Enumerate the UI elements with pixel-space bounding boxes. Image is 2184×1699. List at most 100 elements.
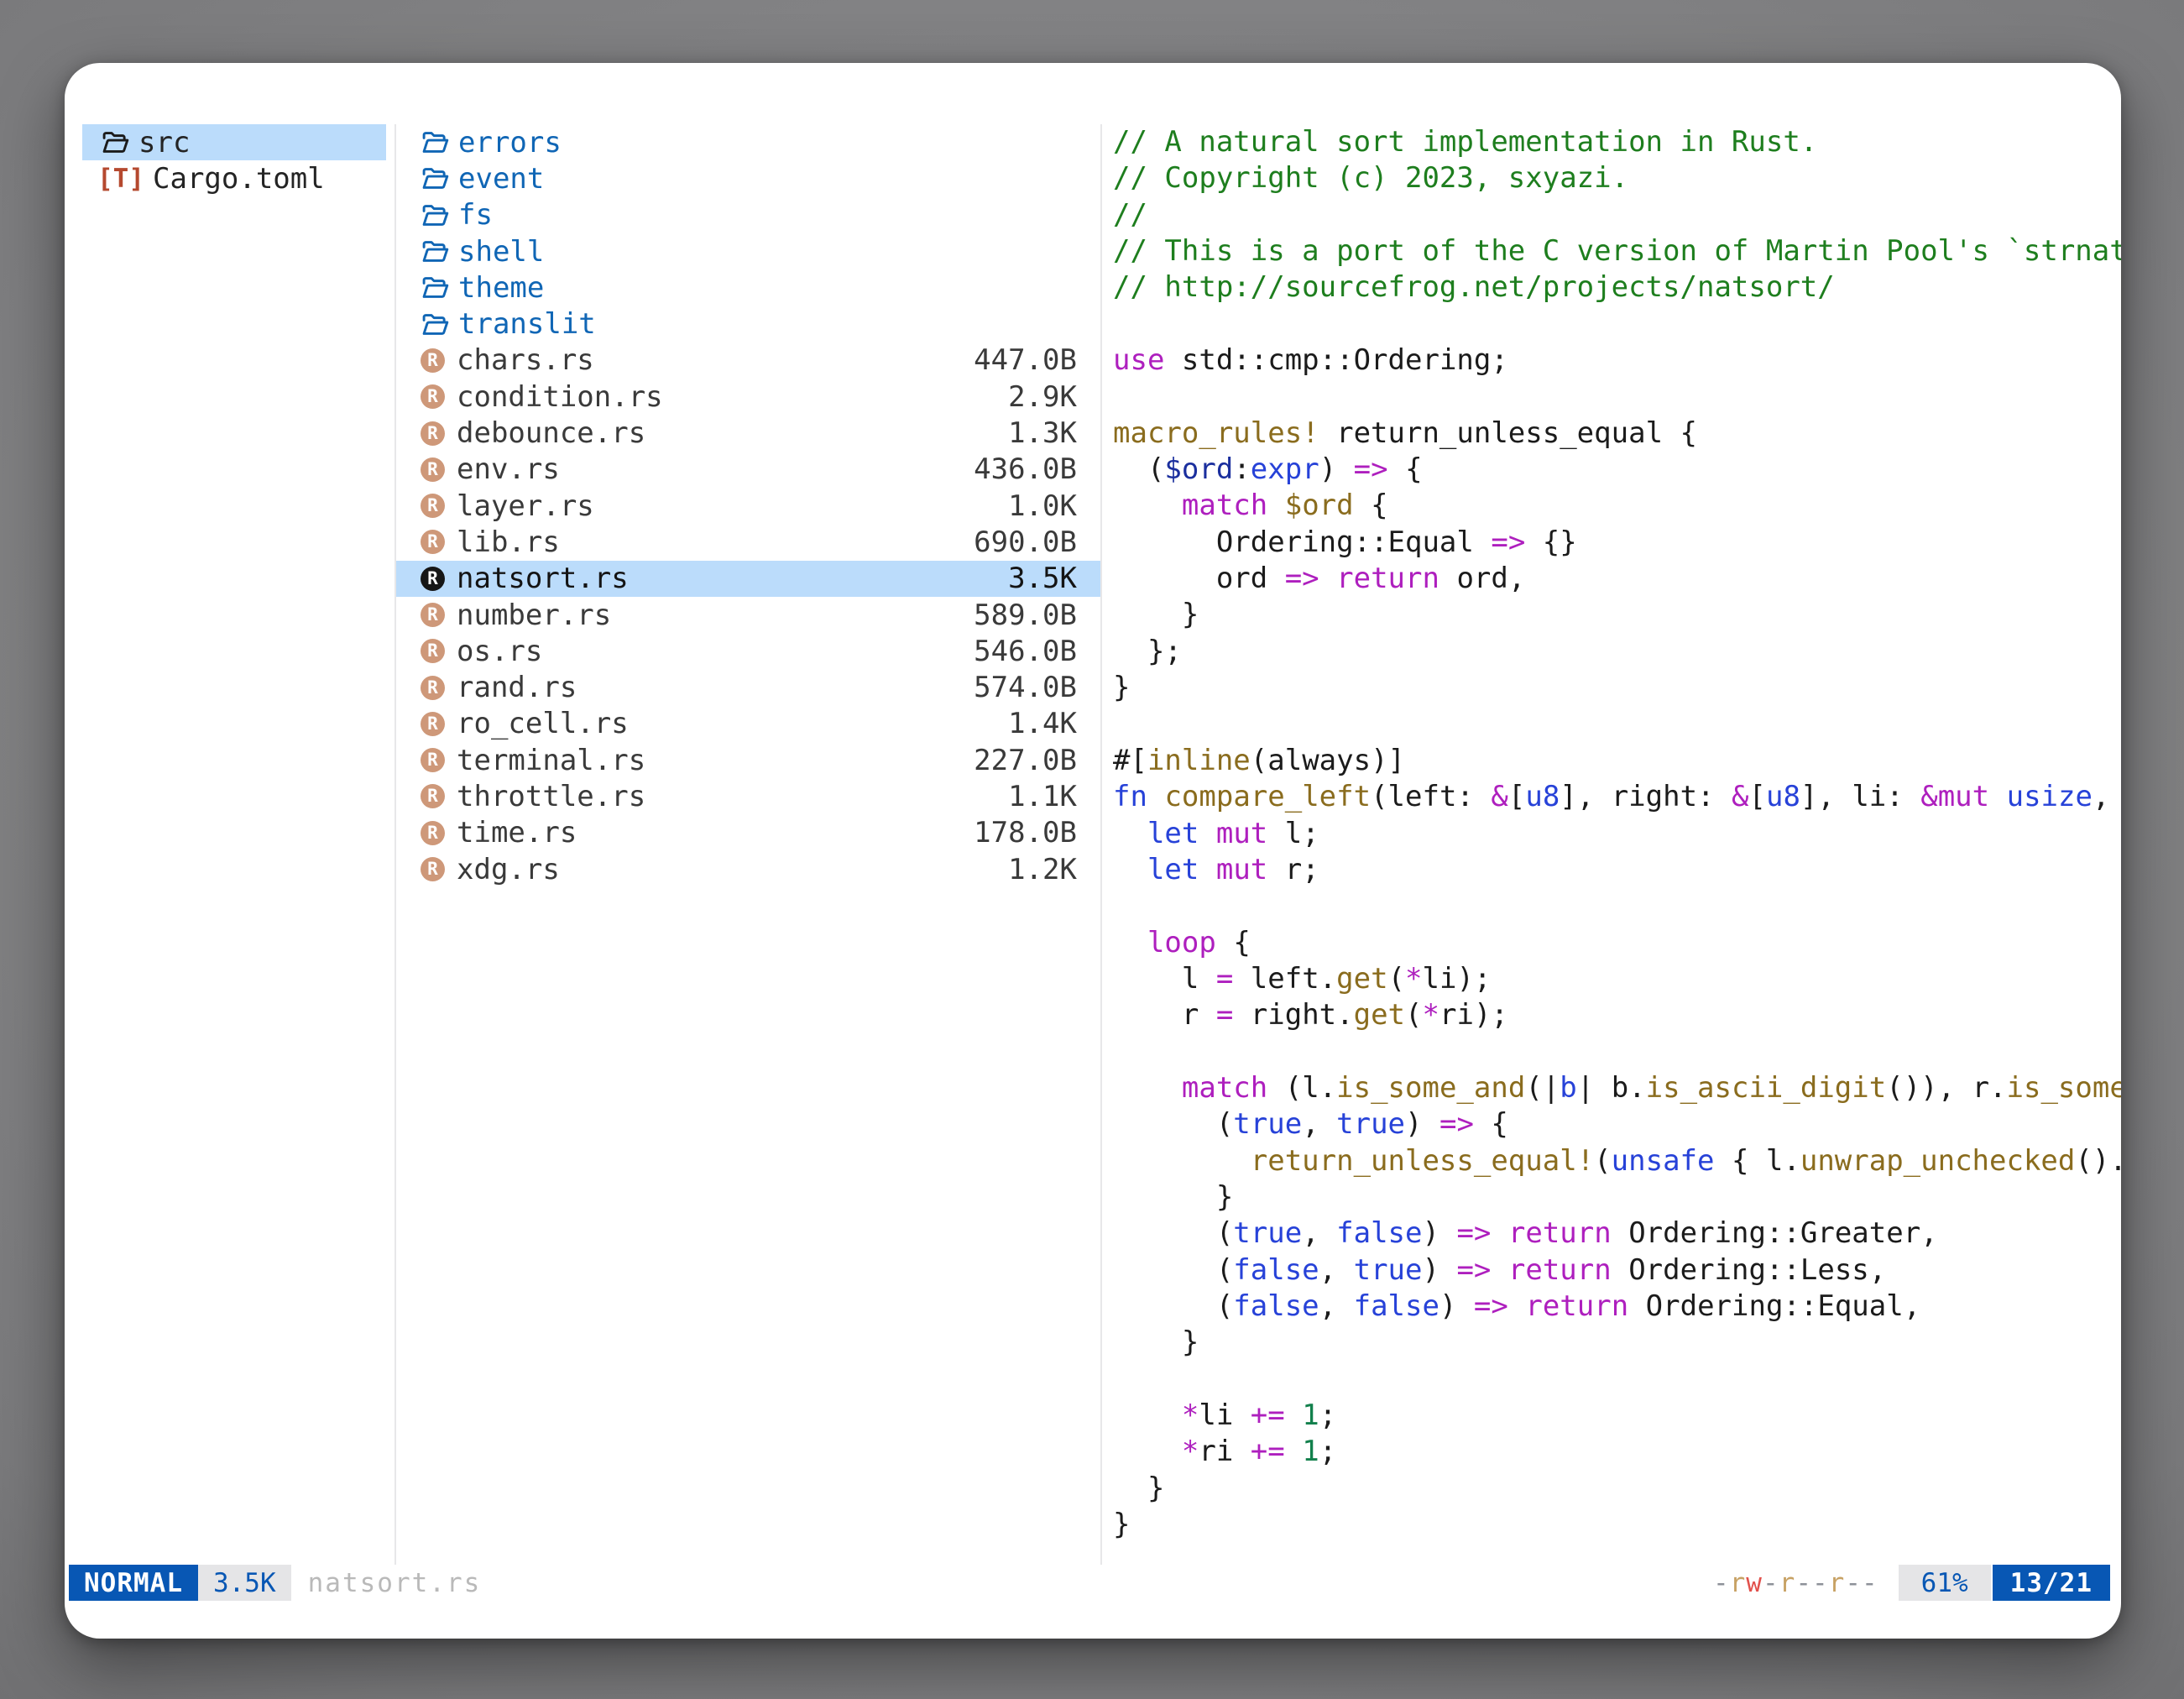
code-line: fn compare_left(left: &[u8], right: &[u8… — [1113, 779, 2121, 815]
dir-row[interactable]: event — [396, 160, 1100, 196]
code-line: let mut r; — [1113, 852, 2121, 888]
file-row[interactable]: [T]Cargo.toml — [82, 160, 386, 196]
file-row[interactable]: Rnumber.rs589.0B — [396, 597, 1100, 633]
code-token: (). — [2075, 1144, 2121, 1178]
rust-icon: R — [421, 712, 445, 736]
code-token: false — [1233, 1289, 1319, 1323]
code-token: l — [1113, 962, 1216, 996]
rust-icon: R — [421, 676, 445, 700]
code-token: false — [1336, 1216, 1422, 1250]
code-token: } — [1113, 1325, 1199, 1359]
code-line — [1113, 1362, 2121, 1398]
file-name: ro_cell.rs — [457, 707, 629, 740]
code-token: 1 — [1302, 1435, 1319, 1468]
code-token: } — [1113, 1508, 1130, 1541]
code-line: } — [1113, 1507, 2121, 1543]
file-row[interactable]: Rro_cell.rs1.4K — [396, 706, 1100, 742]
code-line — [1113, 707, 2121, 743]
file-size: 1.1K — [1008, 780, 1077, 813]
code-token: ri); — [1439, 998, 1508, 1032]
code-token — [1199, 817, 1215, 850]
code-token: u8 — [1766, 780, 1800, 813]
code-token: | b. — [1577, 1071, 1646, 1105]
code-token — [1113, 1435, 1182, 1468]
code-token: $ord — [1164, 452, 1233, 486]
dir-row[interactable]: fs — [396, 197, 1100, 233]
code-token — [1113, 1071, 1182, 1105]
code-token: * — [1182, 1435, 1199, 1468]
rust-icon: R — [421, 821, 445, 845]
code-token: ( — [1113, 1216, 1233, 1250]
rust-icon: R — [421, 639, 445, 663]
code-line: } — [1113, 1325, 2121, 1361]
code-token: ) — [1423, 1216, 1457, 1250]
file-size: 589.0B — [974, 599, 1077, 632]
file-row[interactable]: Rthrottle.rs1.1K — [396, 778, 1100, 814]
permission-char: r — [1829, 1568, 1846, 1598]
code-token: std::cmp::Ordering; — [1164, 343, 1507, 377]
code-token: ( — [1405, 998, 1422, 1032]
code-token: } — [1113, 598, 1199, 631]
code-line: (false, true) => return Ordering::Less, — [1113, 1252, 2121, 1289]
code-token: }; — [1113, 635, 1182, 668]
file-name: condition.rs — [457, 380, 663, 414]
preview-pane[interactable]: // A natural sort implementation in Rust… — [1102, 124, 2121, 1565]
code-token: mut — [1216, 853, 1267, 886]
folder-open-icon — [97, 126, 131, 159]
folder-open-icon — [417, 271, 451, 305]
code-token: { — [1474, 1107, 1508, 1141]
code-token: mut — [1216, 817, 1267, 850]
file-row[interactable]: Renv.rs436.0B — [396, 452, 1100, 488]
dir-row[interactable]: theme — [396, 269, 1100, 306]
code-token: false — [1233, 1253, 1319, 1287]
file-name: throttle.rs — [457, 780, 645, 813]
dir-row[interactable]: errors — [396, 124, 1100, 160]
file-row[interactable]: Rrand.rs574.0B — [396, 669, 1100, 705]
permission-char: - — [1862, 1568, 1878, 1598]
dir-row[interactable]: src — [82, 124, 386, 160]
code-token: compare_left — [1164, 780, 1371, 813]
file-row[interactable]: Rcondition.rs2.9K — [396, 379, 1100, 415]
file-row[interactable]: Rlayer.rs1.0K — [396, 488, 1100, 524]
code-token: usize — [2007, 780, 2093, 813]
dir-row[interactable]: shell — [396, 233, 1100, 269]
code-token: = — [1216, 998, 1233, 1032]
file-size: 1.0K — [1008, 489, 1077, 523]
code-token: inline — [1147, 744, 1251, 777]
file-name: fs — [458, 198, 493, 232]
code-token: ) — [1319, 452, 1354, 486]
permission-char: - — [1845, 1568, 1862, 1598]
folder-open-icon — [417, 198, 451, 232]
code-token: return — [1525, 1289, 1628, 1323]
code-token: } — [1113, 1180, 1233, 1214]
code-line: match (l.is_some_and(|b| b.is_ascii_digi… — [1113, 1070, 2121, 1106]
panes-container: src[T]Cargo.toml errorseventfsshelltheme… — [65, 124, 2121, 1565]
code-token: (| — [1525, 1071, 1560, 1105]
dir-row[interactable]: translit — [396, 306, 1100, 342]
file-row[interactable]: Rlib.rs690.0B — [396, 524, 1100, 560]
file-row[interactable]: Rdebounce.rs1.3K — [396, 415, 1100, 451]
permission-char: - — [1795, 1568, 1812, 1598]
code-token: is_ascii_digit — [1646, 1071, 1887, 1105]
code-token: = — [1216, 962, 1233, 996]
code-token: // http://sourcefrog.net/projects/natsor… — [1113, 270, 1835, 304]
file-row[interactable]: Rchars.rs447.0B — [396, 342, 1100, 379]
rust-icon: R — [421, 348, 445, 373]
file-row[interactable]: Rxdg.rs1.2K — [396, 851, 1100, 887]
code-token: let — [1147, 853, 1199, 886]
file-row[interactable]: Rnatsort.rs3.5K — [396, 561, 1100, 597]
code-token — [1285, 1435, 1302, 1468]
code-token: true — [1336, 1107, 1405, 1141]
file-row[interactable]: Rtime.rs178.0B — [396, 815, 1100, 851]
code-token: return — [1508, 1216, 1612, 1250]
file-name: shell — [458, 235, 544, 269]
code-token: is_some — [2007, 1071, 2121, 1105]
code-token: & — [1491, 780, 1507, 813]
code-token: // A natural sort implementation in Rust… — [1113, 125, 1817, 159]
code-token: true — [1233, 1216, 1302, 1250]
file-row[interactable]: Rterminal.rs227.0B — [396, 742, 1100, 778]
file-row[interactable]: Ros.rs546.0B — [396, 633, 1100, 669]
code-token: macro_rules! — [1113, 416, 1319, 450]
code-line: // A natural sort implementation in Rust… — [1113, 124, 2121, 160]
code-token: ) — [1405, 1107, 1439, 1141]
